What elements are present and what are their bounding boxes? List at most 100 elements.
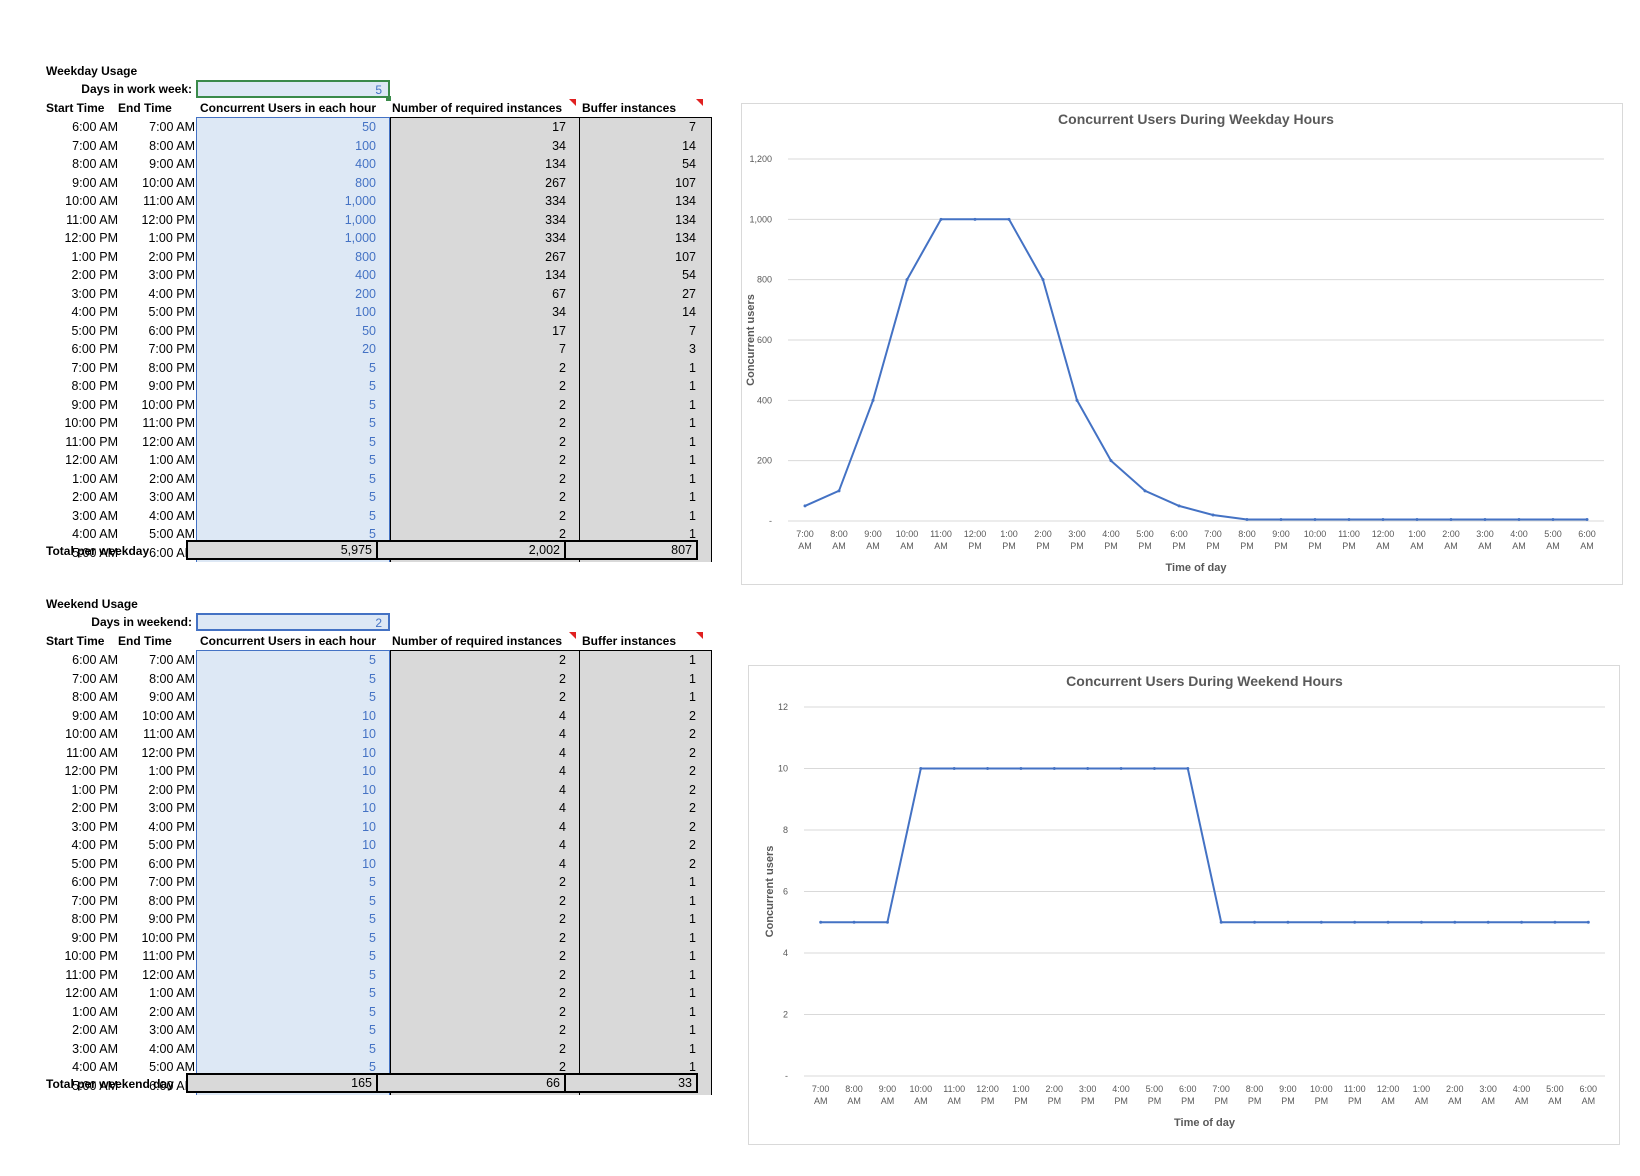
- required-instances-cell[interactable]: 7: [396, 340, 566, 359]
- start-time-cell[interactable]: 2:00 AM: [46, 1021, 118, 1040]
- required-instances-cell[interactable]: 2: [396, 1003, 566, 1022]
- required-instances-cell[interactable]: 334: [396, 192, 566, 211]
- buffer-instances-cell[interactable]: 134: [576, 192, 696, 211]
- end-time-cell[interactable]: 7:00 PM: [122, 873, 195, 892]
- start-time-cell[interactable]: 7:00 PM: [46, 359, 118, 378]
- required-instances-cell[interactable]: 134: [396, 155, 566, 174]
- required-instances-cell[interactable]: 67: [396, 285, 566, 304]
- weekday-chart[interactable]: Concurrent Users During Weekday Hours - 20…: [741, 103, 1623, 585]
- end-time-cell[interactable]: 3:00 PM: [122, 266, 195, 285]
- end-time-cell[interactable]: 9:00 PM: [122, 377, 195, 396]
- end-time-cell[interactable]: 12:00 PM: [122, 744, 195, 763]
- concurrent-users-cell[interactable]: 5: [196, 1021, 376, 1040]
- concurrent-users-cell[interactable]: 10: [196, 707, 376, 726]
- buffer-instances-cell[interactable]: 107: [576, 174, 696, 193]
- buffer-instances-cell[interactable]: 14: [576, 303, 696, 322]
- buffer-instances-cell[interactable]: 1: [576, 966, 696, 985]
- concurrent-users-cell[interactable]: 5: [196, 910, 376, 929]
- end-time-cell[interactable]: 4:00 AM: [122, 1040, 195, 1059]
- concurrent-users-cell[interactable]: 5: [196, 359, 376, 378]
- required-instances-cell[interactable]: 4: [396, 744, 566, 763]
- end-time-cell[interactable]: 12:00 AM: [122, 433, 195, 452]
- end-time-cell[interactable]: 11:00 PM: [122, 414, 195, 433]
- end-time-cell[interactable]: 8:00 AM: [122, 137, 195, 156]
- required-instances-cell[interactable]: 2: [396, 929, 566, 948]
- concurrent-users-cell[interactable]: 400: [196, 155, 376, 174]
- required-instances-cell[interactable]: 4: [396, 836, 566, 855]
- required-instances-cell[interactable]: 34: [396, 137, 566, 156]
- start-time-cell[interactable]: 10:00 AM: [46, 725, 118, 744]
- concurrent-users-cell[interactable]: 5: [196, 396, 376, 415]
- buffer-instances-cell[interactable]: 1: [576, 892, 696, 911]
- start-time-cell[interactable]: 6:00 PM: [46, 873, 118, 892]
- start-time-cell[interactable]: 10:00 PM: [46, 414, 118, 433]
- start-time-cell[interactable]: 4:00 PM: [46, 836, 118, 855]
- total-users-cell[interactable]: 165: [186, 1073, 378, 1093]
- start-time-cell[interactable]: 12:00 PM: [46, 762, 118, 781]
- start-time-cell[interactable]: 4:00 AM: [46, 525, 118, 544]
- concurrent-users-cell[interactable]: 10: [196, 744, 376, 763]
- end-time-cell[interactable]: 4:00 PM: [122, 818, 195, 837]
- concurrent-users-cell[interactable]: 5: [196, 1040, 376, 1059]
- end-time-cell[interactable]: 4:00 AM: [122, 507, 195, 526]
- end-time-cell[interactable]: 3:00 AM: [122, 1021, 195, 1040]
- buffer-instances-cell[interactable]: 54: [576, 266, 696, 285]
- concurrent-users-cell[interactable]: 10: [196, 799, 376, 818]
- start-time-cell[interactable]: 12:00 AM: [46, 984, 118, 1003]
- required-instances-cell[interactable]: 267: [396, 174, 566, 193]
- start-time-cell[interactable]: 4:00 PM: [46, 303, 118, 322]
- comment-marker-icon[interactable]: [696, 99, 703, 106]
- end-time-cell[interactable]: 11:00 AM: [122, 725, 195, 744]
- concurrent-users-cell[interactable]: 400: [196, 266, 376, 285]
- concurrent-users-cell[interactable]: 10: [196, 836, 376, 855]
- required-instances-cell[interactable]: 2: [396, 873, 566, 892]
- required-instances-cell[interactable]: 4: [396, 707, 566, 726]
- total-required-cell[interactable]: 66: [376, 1073, 566, 1093]
- buffer-instances-cell[interactable]: 1: [576, 433, 696, 452]
- required-instances-cell[interactable]: 2: [396, 947, 566, 966]
- required-instances-cell[interactable]: 2: [396, 651, 566, 670]
- buffer-instances-cell[interactable]: 1: [576, 651, 696, 670]
- end-time-cell[interactable]: 9:00 PM: [122, 910, 195, 929]
- start-time-cell[interactable]: 4:00 AM: [46, 1058, 118, 1077]
- total-users-cell[interactable]: 5,975: [186, 540, 378, 560]
- end-time-cell[interactable]: 5:00 AM: [122, 525, 195, 544]
- buffer-instances-cell[interactable]: 27: [576, 285, 696, 304]
- buffer-instances-cell[interactable]: 1: [576, 1021, 696, 1040]
- required-instances-cell[interactable]: 2: [396, 451, 566, 470]
- start-time-cell[interactable]: 1:00 AM: [46, 470, 118, 489]
- buffer-instances-cell[interactable]: 2: [576, 725, 696, 744]
- buffer-instances-cell[interactable]: 1: [576, 507, 696, 526]
- days-in-weekend-input[interactable]: 2: [196, 613, 390, 631]
- start-time-cell[interactable]: 1:00 AM: [46, 1003, 118, 1022]
- end-time-cell[interactable]: 12:00 AM: [122, 966, 195, 985]
- required-instances-cell[interactable]: 2: [396, 470, 566, 489]
- end-time-cell[interactable]: 7:00 AM: [122, 118, 195, 137]
- required-instances-cell[interactable]: 2: [396, 414, 566, 433]
- start-time-cell[interactable]: 1:00 PM: [46, 781, 118, 800]
- buffer-instances-cell[interactable]: 2: [576, 836, 696, 855]
- concurrent-users-cell[interactable]: 100: [196, 303, 376, 322]
- start-time-cell[interactable]: 9:00 PM: [46, 929, 118, 948]
- end-time-cell[interactable]: 4:00 PM: [122, 285, 195, 304]
- buffer-instances-cell[interactable]: 2: [576, 781, 696, 800]
- concurrent-users-cell[interactable]: 5: [196, 507, 376, 526]
- buffer-instances-cell[interactable]: 2: [576, 744, 696, 763]
- start-time-cell[interactable]: 11:00 AM: [46, 744, 118, 763]
- buffer-instances-cell[interactable]: 7: [576, 322, 696, 341]
- end-time-cell[interactable]: 6:00 PM: [122, 322, 195, 341]
- buffer-instances-cell[interactable]: 1: [576, 1003, 696, 1022]
- end-time-cell[interactable]: 10:00 PM: [122, 396, 195, 415]
- end-time-cell[interactable]: 12:00 PM: [122, 211, 195, 230]
- start-time-cell[interactable]: 7:00 PM: [46, 892, 118, 911]
- buffer-instances-cell[interactable]: 1: [576, 947, 696, 966]
- buffer-instances-cell[interactable]: 1: [576, 910, 696, 929]
- buffer-instances-cell[interactable]: 2: [576, 818, 696, 837]
- required-instances-cell[interactable]: 4: [396, 818, 566, 837]
- concurrent-users-cell[interactable]: 5: [196, 470, 376, 489]
- end-time-cell[interactable]: 2:00 AM: [122, 470, 195, 489]
- concurrent-users-cell[interactable]: 5: [196, 651, 376, 670]
- start-time-cell[interactable]: 7:00 AM: [46, 137, 118, 156]
- concurrent-users-cell[interactable]: 10: [196, 781, 376, 800]
- concurrent-users-cell[interactable]: 5: [196, 433, 376, 452]
